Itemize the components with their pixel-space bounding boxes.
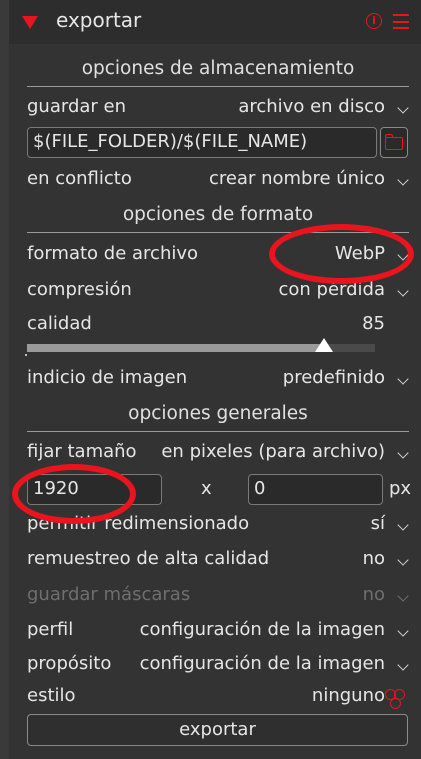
on-conflict-value: crear nombre único bbox=[208, 168, 385, 189]
on-conflict-label: en conflicto bbox=[27, 168, 132, 189]
slider-default-marker bbox=[25, 354, 27, 356]
chevron-down-icon bbox=[397, 590, 409, 602]
allow-upscale-value: sí bbox=[370, 513, 385, 534]
image-hint-dropdown[interactable]: indicio de imagen predefinido bbox=[27, 367, 409, 393]
hq-resample-value: no bbox=[362, 548, 385, 569]
chevron-down-icon bbox=[397, 625, 409, 637]
chevron-down-icon bbox=[397, 554, 409, 566]
section-general-title: opciones generales bbox=[128, 403, 308, 424]
divider bbox=[27, 86, 409, 87]
size-separator: x bbox=[201, 478, 212, 499]
chevron-down-icon bbox=[397, 519, 409, 531]
reset-icon[interactable]: i bbox=[366, 13, 382, 29]
style-label: estilo bbox=[27, 685, 76, 706]
style-dropdown[interactable]: estilo ninguno bbox=[27, 685, 409, 711]
chevron-down-icon bbox=[397, 102, 409, 114]
quality-label: calidad bbox=[27, 313, 92, 334]
quality-slider-label-row: calidad 85 bbox=[27, 313, 409, 339]
folder-browse-button[interactable] bbox=[380, 127, 408, 158]
quality-slider-handle[interactable] bbox=[315, 338, 333, 352]
collapse-triangle-icon[interactable] bbox=[22, 16, 38, 29]
store-masks-dropdown: guardar máscaras no bbox=[27, 584, 409, 610]
chevron-down-icon bbox=[397, 659, 409, 671]
section-storage-title: opciones de almacenamiento bbox=[81, 58, 355, 79]
quality-slider-fill bbox=[27, 344, 324, 352]
save-in-label: guardar en bbox=[27, 96, 127, 117]
annotation-ellipse-width bbox=[12, 464, 136, 524]
save-in-dropdown[interactable]: guardar en archivo en disco bbox=[27, 96, 409, 122]
hq-resample-label: remuestreo de alta calidad bbox=[27, 548, 270, 569]
style-value: ninguno bbox=[311, 685, 385, 706]
compression-label: compresión bbox=[27, 279, 132, 300]
on-conflict-dropdown[interactable]: en conflicto crear nombre único bbox=[27, 168, 409, 194]
export-button[interactable]: exportar bbox=[27, 714, 408, 746]
module-header[interactable]: exportar i bbox=[9, 0, 421, 44]
store-masks-value: no bbox=[362, 584, 385, 605]
set-size-label: fijar tamaño bbox=[27, 441, 137, 462]
quality-slider[interactable] bbox=[27, 338, 375, 352]
export-module: exportar i opciones de almacenamiento gu… bbox=[9, 0, 421, 759]
chevron-down-icon bbox=[397, 373, 409, 385]
path-input[interactable]: $(FILE_FOLDER)/$(FILE_NAME) bbox=[27, 127, 377, 158]
chevron-down-icon bbox=[397, 447, 409, 459]
file-format-label: formato de archivo bbox=[27, 243, 199, 264]
style-append-icon[interactable] bbox=[385, 689, 407, 711]
image-hint-value: predefinido bbox=[282, 367, 385, 388]
module-title: exportar bbox=[56, 8, 142, 32]
profile-value: configuración de la imagen bbox=[139, 619, 385, 640]
profile-label: perfil bbox=[27, 619, 74, 640]
left-panel-edge bbox=[0, 0, 9, 759]
set-size-value: en pixeles (para archivo) bbox=[161, 441, 385, 462]
unit-label: px bbox=[389, 478, 412, 499]
quality-value: 85 bbox=[362, 313, 385, 334]
image-hint-label: indicio de imagen bbox=[27, 367, 188, 388]
annotation-ellipse-format bbox=[269, 224, 414, 284]
set-size-dropdown[interactable]: fijar tamaño en pixeles (para archivo) bbox=[27, 441, 409, 467]
section-format-title: opciones de formato bbox=[122, 204, 314, 225]
intent-label: propósito bbox=[27, 653, 112, 674]
hq-resample-dropdown[interactable]: remuestreo de alta calidad no bbox=[27, 548, 409, 574]
divider bbox=[27, 431, 409, 432]
profile-dropdown[interactable]: perfil configuración de la imagen bbox=[27, 619, 409, 645]
intent-dropdown[interactable]: propósito configuración de la imagen bbox=[27, 653, 409, 679]
chevron-down-icon bbox=[397, 285, 409, 297]
intent-value: configuración de la imagen bbox=[139, 653, 385, 674]
save-in-value: archivo en disco bbox=[238, 96, 385, 117]
store-masks-label: guardar máscaras bbox=[27, 584, 191, 605]
height-input[interactable]: 0 bbox=[248, 474, 383, 505]
presets-menu-icon[interactable] bbox=[393, 14, 409, 29]
chevron-down-icon bbox=[397, 174, 409, 186]
